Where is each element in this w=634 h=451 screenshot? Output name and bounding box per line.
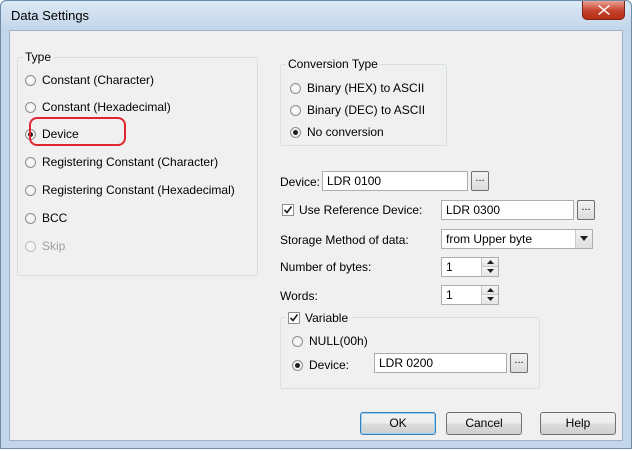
conversion-group-legend: Conversion Type bbox=[288, 57, 378, 71]
ok-button[interactable]: OK bbox=[360, 412, 436, 435]
words-label: Words: bbox=[280, 289, 318, 303]
words-spinner[interactable]: 1 bbox=[441, 285, 499, 305]
radio-icon bbox=[25, 101, 36, 113]
radio-icon bbox=[292, 335, 303, 347]
reference-device-browse-button[interactable]: ... bbox=[577, 200, 595, 220]
dropdown-arrow-button[interactable] bbox=[575, 230, 592, 248]
storage-method-dropdown[interactable]: from Upper byte bbox=[441, 229, 593, 249]
radio-label: Skip bbox=[42, 239, 66, 253]
radio-label: Constant (Character) bbox=[42, 73, 155, 87]
storage-method-label: Storage Method of data: bbox=[280, 233, 409, 247]
radio-label: No conversion bbox=[307, 125, 384, 139]
radio-selected-icon bbox=[290, 126, 301, 138]
spin-up-icon bbox=[487, 288, 494, 292]
radio-constant-character[interactable]: Constant (Character) bbox=[25, 73, 154, 87]
radio-icon bbox=[25, 184, 36, 196]
radio-label: Device: bbox=[309, 358, 350, 372]
words-value: 1 bbox=[446, 288, 453, 302]
spin-up-button[interactable] bbox=[481, 286, 498, 295]
checkbox-label: Use Reference Device: bbox=[299, 203, 423, 217]
spin-up-button[interactable] bbox=[481, 258, 498, 267]
highlight-annotation-ring bbox=[29, 117, 126, 146]
window-title: Data Settings bbox=[11, 8, 90, 23]
spin-up-icon bbox=[487, 260, 494, 264]
storage-method-value: from Upper byte bbox=[446, 232, 533, 246]
radio-binary-dec-to-ascii[interactable]: Binary (DEC) to ASCII bbox=[290, 103, 425, 117]
radio-icon bbox=[25, 240, 36, 252]
number-of-bytes-label: Number of bytes: bbox=[280, 260, 372, 274]
title-bar[interactable]: Data Settings bbox=[1, 1, 631, 29]
variable-device-browse-button[interactable]: ... bbox=[510, 353, 528, 373]
device-browse-button[interactable]: ... bbox=[471, 171, 489, 191]
radio-label: Registering Constant (Character) bbox=[42, 155, 219, 169]
use-reference-device-checkbox[interactable]: Use Reference Device: bbox=[282, 203, 422, 217]
radio-label: Binary (DEC) to ASCII bbox=[307, 103, 426, 117]
type-group-legend: Type bbox=[25, 50, 52, 64]
spinner-buttons bbox=[481, 258, 498, 276]
chevron-down-icon bbox=[580, 236, 588, 241]
radio-null-00h[interactable]: NULL(00h) bbox=[292, 334, 368, 348]
radio-label: Constant (Hexadecimal) bbox=[42, 100, 171, 114]
variable-group-legend: Variable bbox=[305, 311, 349, 325]
number-of-bytes-value: 1 bbox=[446, 260, 453, 274]
radio-icon bbox=[25, 74, 36, 86]
spin-down-button[interactable] bbox=[481, 267, 498, 276]
close-icon bbox=[598, 5, 610, 15]
variable-device-input[interactable]: LDR 0200 bbox=[374, 353, 507, 373]
device-input[interactable]: LDR 0100 bbox=[322, 171, 468, 191]
radio-icon bbox=[25, 156, 36, 168]
device-label: Device: bbox=[280, 175, 321, 189]
spin-down-button[interactable] bbox=[481, 295, 498, 304]
number-of-bytes-spinner[interactable]: 1 bbox=[441, 257, 499, 277]
checkbox-checked-icon bbox=[282, 204, 294, 216]
radio-label: BCC bbox=[42, 211, 68, 225]
radio-icon bbox=[290, 82, 301, 94]
spin-down-icon bbox=[487, 297, 494, 301]
radio-no-conversion[interactable]: No conversion bbox=[290, 125, 384, 139]
radio-registering-constant-hexadecimal[interactable]: Registering Constant (Hexadecimal) bbox=[25, 183, 235, 197]
radio-binary-hex-to-ascii[interactable]: Binary (HEX) to ASCII bbox=[290, 81, 424, 95]
radio-icon bbox=[290, 104, 301, 116]
dialog-window: Data Settings Type Constant (Character) … bbox=[0, 0, 632, 449]
reference-device-input[interactable]: LDR 0300 bbox=[441, 200, 574, 220]
radio-bcc[interactable]: BCC bbox=[25, 211, 67, 225]
radio-icon bbox=[25, 212, 36, 224]
radio-label: Registering Constant (Hexadecimal) bbox=[42, 183, 235, 197]
checkbox-checked-icon bbox=[288, 312, 300, 324]
radio-label: NULL(00h) bbox=[309, 334, 368, 348]
radio-variable-device[interactable]: Device: bbox=[292, 358, 349, 372]
close-button[interactable] bbox=[582, 1, 625, 20]
spinner-buttons bbox=[481, 286, 498, 304]
radio-label: Binary (HEX) to ASCII bbox=[307, 81, 425, 95]
cancel-button[interactable]: Cancel bbox=[446, 412, 522, 435]
variable-checkbox[interactable]: Variable bbox=[286, 311, 352, 325]
radio-selected-icon bbox=[292, 359, 303, 371]
radio-skip: Skip bbox=[25, 239, 65, 253]
radio-constant-hexadecimal[interactable]: Constant (Hexadecimal) bbox=[25, 100, 171, 114]
help-button[interactable]: Help bbox=[540, 412, 616, 435]
radio-registering-constant-character[interactable]: Registering Constant (Character) bbox=[25, 155, 218, 169]
dialog-client-area: Type Constant (Character) Constant (Hexa… bbox=[9, 30, 623, 441]
spin-down-icon bbox=[487, 269, 494, 273]
